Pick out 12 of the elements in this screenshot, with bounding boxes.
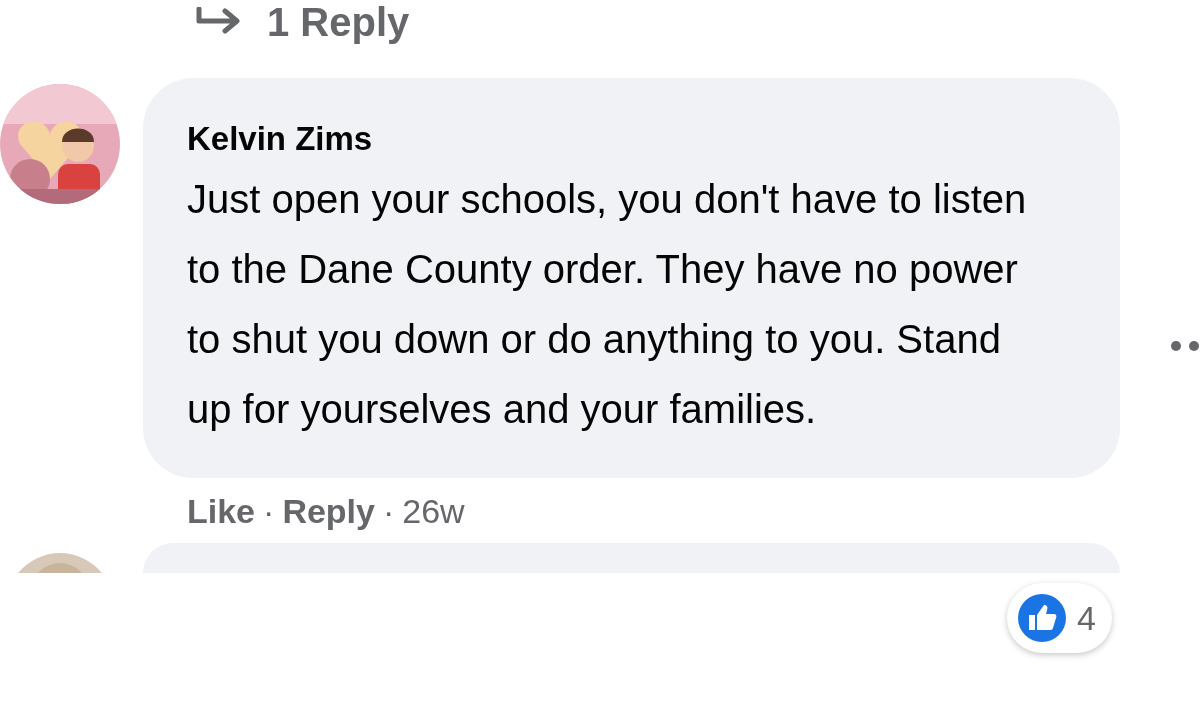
reaction-count: 4: [1077, 598, 1096, 638]
replies-link[interactable]: 1 Reply: [267, 0, 410, 45]
comment-text: Just open your schools, you don't have to listen to the Dane County order. They have no power to shut you down or do anything to you. Stand up for yourselves and your families.: [187, 176, 1028, 433]
separator: ·: [263, 492, 275, 531]
separator: ·: [382, 492, 395, 531]
timestamp[interactable]: 26w: [402, 492, 465, 531]
reaction-badge[interactable]: 4: [1007, 583, 1112, 653]
like-link[interactable]: Like: [187, 492, 256, 531]
more-icon[interactable]: [1170, 340, 1200, 352]
thumbs-up-icon: [1017, 593, 1068, 643]
author-name[interactable]: Kelvin Zims: [187, 118, 1080, 160]
reply-link[interactable]: Reply: [282, 492, 375, 531]
